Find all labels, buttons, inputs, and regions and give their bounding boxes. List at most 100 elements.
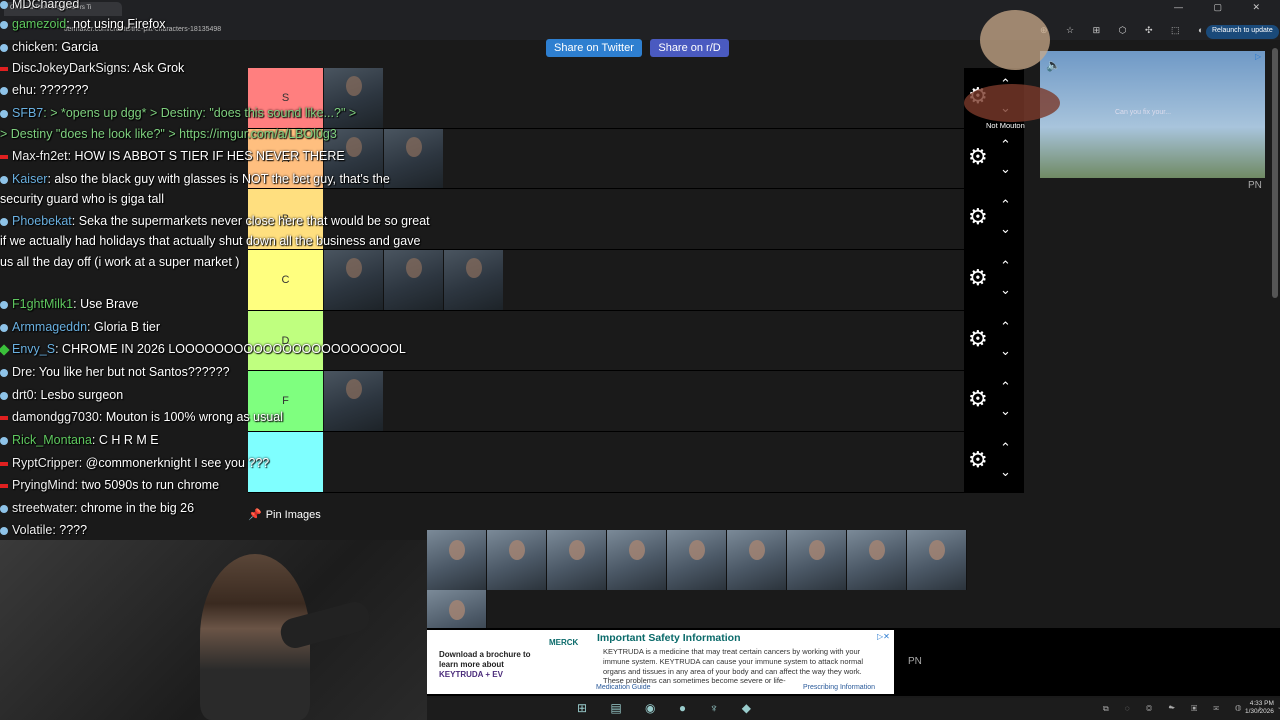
tier-controls: ⚙ ⌃ ⌄ <box>964 250 1024 310</box>
chevron-down-icon[interactable]: ⌄ <box>1000 221 1011 237</box>
chat-message: chicken: Garcia <box>0 37 440 57</box>
tray-character-image[interactable] <box>667 530 727 590</box>
chevron-down-icon[interactable]: ⌄ <box>1000 464 1011 480</box>
gear-icon[interactable]: ⚙ <box>968 144 988 169</box>
chat-username[interactable]: ehu <box>12 83 33 97</box>
chat-message: Envy_S: CHROME IN 2026 LOOOOOOOOOOOOOOOO… <box>0 339 440 359</box>
chat-text: : Garcia <box>54 40 99 54</box>
chat-username[interactable]: Volatile <box>12 523 52 537</box>
chevron-up-icon[interactable]: ⌃ <box>1000 137 1011 153</box>
ad-close-icon[interactable]: ▷✕ <box>877 632 890 641</box>
ad-title: Important Safety Information <box>597 632 741 644</box>
taskbar-clock[interactable]: 4:33 PM 1/30/2026 <box>1245 700 1274 716</box>
chat-message: Kaiser: also the black guy with glasses … <box>0 169 430 210</box>
chat-username[interactable]: streetwater <box>12 501 74 515</box>
tray-character-image[interactable] <box>607 530 667 590</box>
chat-message: Phoebekat: Seka the supermarkets never c… <box>0 211 430 272</box>
share-reddit-button[interactable]: Share on r/D <box>650 39 729 57</box>
mascot-hat <box>964 84 1060 122</box>
tray-character-image[interactable] <box>727 530 787 590</box>
gear-icon[interactable]: ⚙ <box>968 205 988 229</box>
chat-username[interactable]: MDCharged <box>12 0 79 11</box>
ad-brochure[interactable]: Download a brochure to learn more about K… <box>439 650 539 680</box>
chat-message: damondgg7030: Mouton is 100% wrong as us… <box>0 407 440 427</box>
adchoices-icon[interactable]: ▷ <box>1255 52 1261 61</box>
tray-character-image[interactable] <box>487 530 547 590</box>
chat-username[interactable]: Kaiser <box>12 172 47 186</box>
tray-character-image[interactable] <box>907 530 967 590</box>
chat-badge-icon <box>0 86 8 95</box>
chat-username[interactable]: damondgg7030 <box>12 410 99 424</box>
gear-icon[interactable]: ⚙ <box>968 266 988 290</box>
chevron-down-icon[interactable]: ⌄ <box>1000 343 1011 359</box>
mascot-head <box>980 10 1050 70</box>
chat-username[interactable]: DiscJokeyDarkSigns <box>12 61 127 75</box>
chat-message: F1ghtMilk1: Use Brave <box>0 294 440 314</box>
chat-username[interactable]: F1ghtMilk1 <box>12 297 73 311</box>
chat-message: PryingMind: two 5090s to run chrome <box>0 475 440 495</box>
chat-badge-icon <box>0 368 8 377</box>
chat-text: : Ask Grok <box>126 61 185 75</box>
chat-username[interactable]: Envy_S <box>12 342 55 356</box>
chevron-up-icon[interactable]: ⌃ <box>1000 258 1011 274</box>
taskbar: ⊞ ▤ ◉ ● ♆ ◆ ⧉ ◌ ◎ ☁ ▣ ✉ ◍ ♪ ⌁ 4:33 PM 1/3… <box>427 698 1280 720</box>
chat-badge-icon <box>0 526 8 535</box>
chevron-up-icon[interactable]: ⌃ <box>1000 379 1011 395</box>
gear-icon[interactable]: ⚙ <box>968 326 988 351</box>
tray-character-image[interactable] <box>787 530 847 590</box>
chat-badge-icon <box>0 483 8 488</box>
chat-badge-icon <box>0 20 8 29</box>
webcam-feed <box>0 540 427 720</box>
gear-icon[interactable]: ⚙ <box>968 448 988 472</box>
window-controls[interactable]: — ▢ ✕ <box>1174 2 1274 13</box>
share-row: Share on Twitter Share on r/D <box>546 38 733 57</box>
chevron-up-icon[interactable]: ⌃ <box>1000 440 1011 456</box>
chat-text: : Lesbo surgeon <box>33 388 124 402</box>
chevron-down-icon[interactable]: ⌄ <box>1000 403 1011 419</box>
gear-icon[interactable]: ⚙ <box>968 387 988 411</box>
keytruda-ad[interactable]: Download a brochure to learn more about K… <box>427 630 894 694</box>
chevron-down-icon[interactable]: ⌄ <box>1000 161 1011 177</box>
chat-username[interactable]: drt0 <box>12 388 34 402</box>
chat-badge-icon <box>0 43 8 52</box>
chat-text: : C H R M E <box>91 433 159 447</box>
prescribing-info-link[interactable]: Prescribing Information <box>803 684 875 691</box>
chat-badge-icon <box>0 175 8 184</box>
side-video-ad[interactable]: Can you fix your... <box>1040 51 1265 178</box>
chat-text: : @commonerknight I see you ??? <box>78 456 270 470</box>
taskbar-apps[interactable]: ⊞ ▤ ◉ ● ♆ ◆ <box>577 701 761 715</box>
chat-text: : ???? <box>52 523 88 537</box>
ad-keytruda: KEYTRUDA + EV <box>439 670 503 679</box>
share-twitter-button[interactable]: Share on Twitter <box>546 39 642 57</box>
chevron-up-icon[interactable]: ⌃ <box>1000 197 1011 213</box>
medication-guide-link[interactable]: Medication Guide <box>596 684 650 691</box>
relaunch-button[interactable]: Relaunch to update <box>1206 25 1279 39</box>
chat-text: : Use Brave <box>73 297 139 311</box>
chat-badge-icon <box>0 217 8 226</box>
chat-badge-icon <box>0 461 8 466</box>
tray-character-image[interactable] <box>847 530 907 590</box>
chat-message: ehu: ??????? <box>0 80 440 100</box>
chat-username[interactable]: Dre <box>12 365 32 379</box>
chat-username[interactable]: Max-fn2et <box>12 149 68 163</box>
page-scrollbar[interactable] <box>1272 48 1278 298</box>
chat-username[interactable]: PryingMind <box>12 478 75 492</box>
tier-controls: ⚙ ⌃ ⌄ <box>964 432 1024 492</box>
side-ad-caption: Can you fix your... <box>1115 109 1172 116</box>
chat-text: : HOW IS ABBOT S TIER IF HES NEVER THERE <box>67 149 345 163</box>
chat-username[interactable]: chicken <box>12 40 54 54</box>
chat-username[interactable]: gamezoid <box>12 17 66 31</box>
chat-message: SFB7: > *opens up dgg* > Destiny: "does … <box>0 103 440 123</box>
tray-character-image[interactable] <box>547 530 607 590</box>
chat-username[interactable]: Phoebekat <box>12 214 72 228</box>
merck-logo: MERCK <box>549 638 579 647</box>
character-image[interactable] <box>443 250 503 310</box>
chevron-up-icon[interactable]: ⌃ <box>1000 319 1011 335</box>
chat-username[interactable]: RyptCripper <box>12 456 79 470</box>
chat-username[interactable]: Armmageddn <box>12 320 87 334</box>
tier-controls: ⚙ ⌃ ⌄ <box>964 128 1024 189</box>
chat-username[interactable]: SFB7 <box>12 106 43 120</box>
chat-text: : ??????? <box>32 83 89 97</box>
chat-username[interactable]: Rick_Montana <box>12 433 92 447</box>
chevron-down-icon[interactable]: ⌄ <box>1000 282 1011 298</box>
